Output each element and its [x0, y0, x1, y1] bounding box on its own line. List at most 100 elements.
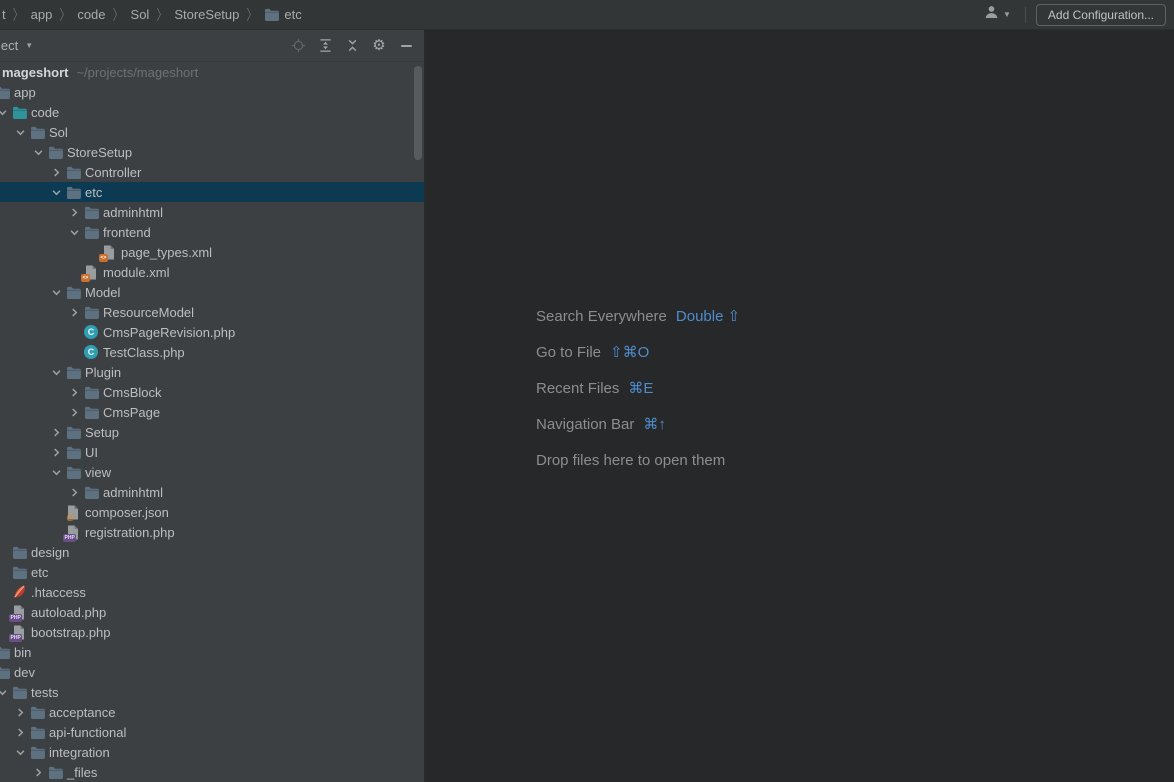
tree-item-Setup[interactable]: Setup — [0, 422, 425, 442]
tree-item-design[interactable]: design — [0, 542, 425, 562]
tree-item-bin[interactable]: bin — [0, 642, 425, 662]
shortcut-hint: Navigation Bar⌘↑ — [536, 414, 740, 434]
chevron-collapsed-icon[interactable] — [12, 704, 29, 720]
chevron-collapsed-icon[interactable] — [66, 404, 83, 420]
tree-item-StoreSetup[interactable]: StoreSetup — [0, 142, 425, 162]
tree-item-CmsPageRevision.php[interactable]: CCmsPageRevision.php — [0, 322, 425, 342]
folder-icon — [29, 744, 45, 760]
php-file-icon: PHP — [11, 624, 27, 640]
tree-item-autoload.php[interactable]: PHPautoload.php — [0, 602, 425, 622]
tree-item-module.xml[interactable]: <>module.xml — [0, 262, 425, 282]
chevron-expanded-icon[interactable] — [48, 184, 65, 200]
collapse-all-icon[interactable] — [344, 38, 360, 54]
tree-item-etc[interactable]: etc — [0, 182, 425, 202]
tree-item-label: ResourceModel — [103, 305, 194, 320]
chevron-expanded-icon[interactable] — [0, 104, 11, 120]
chevron-expanded-icon[interactable] — [12, 124, 29, 140]
tree-item-mageshort[interactable]: mageshort~/projects/mageshort — [0, 62, 425, 82]
chevron-expanded-icon[interactable] — [0, 684, 11, 700]
expand-all-icon[interactable] — [317, 38, 333, 54]
chevron-collapsed-icon[interactable] — [66, 384, 83, 400]
shortcut-hint-label: Go to File — [536, 344, 601, 361]
hide-panel-icon[interactable] — [398, 38, 414, 54]
chevron-expanded-icon[interactable] — [30, 144, 47, 160]
folder-icon — [83, 204, 99, 220]
tree-item-code[interactable]: code — [0, 102, 425, 122]
tree-item-Controller[interactable]: Controller — [0, 162, 425, 182]
breadcrumb-item-code[interactable]: code — [77, 7, 105, 22]
chevron-expanded-icon[interactable] — [12, 744, 29, 760]
chevron-expanded-icon[interactable] — [48, 284, 65, 300]
folder-icon — [11, 564, 27, 580]
tree-item-_files[interactable]: _files — [0, 762, 425, 782]
tree-item-label: adminhtml — [103, 485, 163, 500]
chevron-collapsed-icon[interactable] — [48, 164, 65, 180]
breadcrumb-item-app[interactable]: app — [31, 7, 53, 22]
tree-item-CmsPage[interactable]: CmsPage — [0, 402, 425, 422]
tree-item-label: autoload.php — [31, 605, 106, 620]
chevron-collapsed-icon[interactable] — [48, 444, 65, 460]
tree-item-composer.json[interactable]: @composer.json — [0, 502, 425, 522]
breadcrumb-item-etc[interactable]: etc — [264, 7, 301, 22]
chevron-expanded-icon[interactable] — [48, 364, 65, 380]
tree-item-label: frontend — [103, 225, 151, 240]
add-configuration-button[interactable]: Add Configuration... — [1036, 4, 1166, 26]
tree-item-Plugin[interactable]: Plugin — [0, 362, 425, 382]
chevron-expanded-icon[interactable] — [48, 464, 65, 480]
locate-icon[interactable] — [290, 38, 306, 54]
folder-icon — [47, 764, 63, 780]
tree-item-TestClass.php[interactable]: CTestClass.php — [0, 342, 425, 362]
tree-item-CmsBlock[interactable]: CmsBlock — [0, 382, 425, 402]
tree-item-label: adminhtml — [103, 205, 163, 220]
tree-item-adminhtml[interactable]: adminhtml — [0, 202, 425, 222]
tree-item-bootstrap.php[interactable]: PHPbootstrap.php — [0, 622, 425, 642]
tree-item-view[interactable]: view — [0, 462, 425, 482]
breadcrumb-item-StoreSetup[interactable]: StoreSetup — [174, 7, 239, 22]
tree-item-dev[interactable]: dev — [0, 662, 425, 682]
tree-item-ResourceModel[interactable]: ResourceModel — [0, 302, 425, 322]
shortcut-hint-label: Search Everywhere — [536, 308, 667, 325]
tree-item-api-functional[interactable]: api-functional — [0, 722, 425, 742]
folder-icon — [65, 164, 81, 180]
user-menu-button[interactable]: ▼ — [979, 3, 1015, 26]
folder-icon — [83, 404, 99, 420]
tree-item-Model[interactable]: Model — [0, 282, 425, 302]
chevron-collapsed-icon[interactable] — [66, 204, 83, 220]
breadcrumb-label: StoreSetup — [174, 7, 239, 22]
tree-item-acceptance[interactable]: acceptance — [0, 702, 425, 722]
settings-icon[interactable]: ⚙ — [371, 38, 387, 54]
tree-item-.htaccess[interactable]: .htaccess — [0, 582, 425, 602]
breadcrumb-label: Sol — [131, 7, 150, 22]
folder-icon — [11, 684, 27, 700]
shortcut-hint-keys: ⌘E — [628, 379, 653, 397]
folder-icon — [65, 424, 81, 440]
chevron-collapsed-icon[interactable] — [48, 424, 65, 440]
chevron-collapsed-icon[interactable] — [12, 724, 29, 740]
tree-item-adminhtml[interactable]: adminhtml — [0, 482, 425, 502]
tree-item-frontend[interactable]: frontend — [0, 222, 425, 242]
tree-item-app[interactable]: app — [0, 82, 425, 102]
tree-item-label: etc — [85, 185, 102, 200]
chevron-expanded-icon[interactable] — [66, 224, 83, 240]
breadcrumb-item-t[interactable]: t — [2, 7, 6, 22]
tree-item-page_types.xml[interactable]: <>page_types.xml — [0, 242, 425, 262]
tree-item-Sol[interactable]: Sol — [0, 122, 425, 142]
chevron-collapsed-icon[interactable] — [66, 304, 83, 320]
tree-item-registration.php[interactable]: PHPregistration.php — [0, 522, 425, 542]
folder-icon — [29, 124, 45, 140]
keyboard-shortcut-hints: Search EverywhereDouble ⇧Go to File⇧⌘ORe… — [536, 306, 740, 486]
breadcrumb-item-Sol[interactable]: Sol — [131, 7, 150, 22]
tree-item-label: composer.json — [85, 505, 169, 520]
tree-item-tests[interactable]: tests — [0, 682, 425, 702]
scrollbar-thumb[interactable] — [414, 66, 422, 160]
project-view-selector[interactable]: ject ▼ — [0, 38, 33, 53]
folder-icon — [83, 224, 99, 240]
chevron-collapsed-icon[interactable] — [30, 764, 47, 780]
tree-item-etc[interactable]: etc — [0, 562, 425, 582]
breadcrumb-label: t — [2, 7, 6, 22]
tree-item-integration[interactable]: integration — [0, 742, 425, 762]
tree-item-UI[interactable]: UI — [0, 442, 425, 462]
tree-item-label: bin — [14, 645, 31, 660]
chevron-collapsed-icon[interactable] — [66, 484, 83, 500]
project-view-label: ject — [0, 38, 18, 53]
